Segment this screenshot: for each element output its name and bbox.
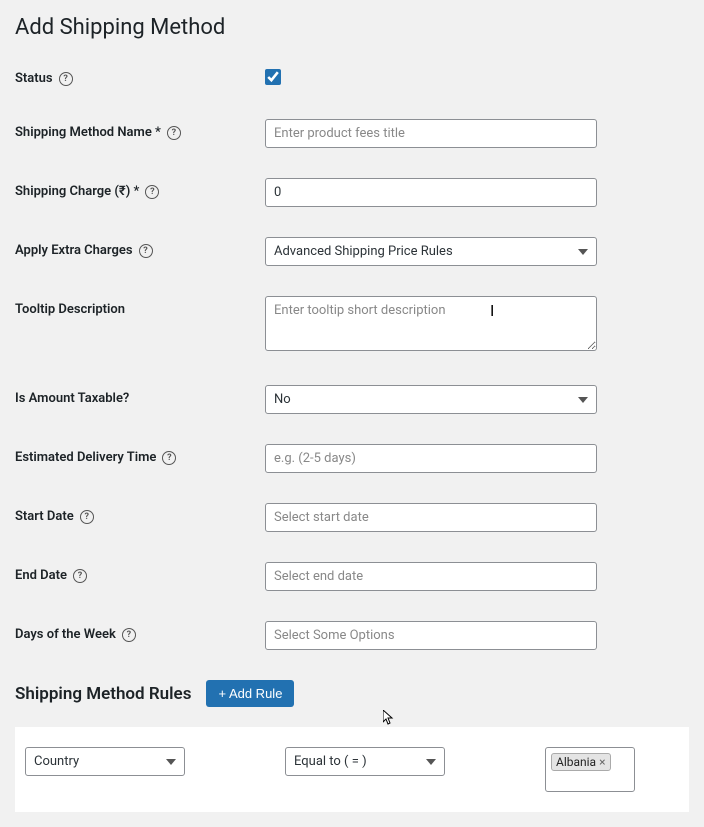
method-name-input[interactable] (265, 119, 597, 148)
taxable-label: Is Amount Taxable? (15, 391, 129, 406)
close-icon[interactable]: × (599, 756, 605, 768)
charge-input[interactable] (265, 178, 597, 207)
help-icon[interactable]: ? (73, 569, 87, 583)
end-date-input[interactable] (265, 562, 597, 591)
delivery-time-input[interactable] (265, 444, 597, 473)
help-icon[interactable]: ? (122, 628, 136, 642)
help-icon[interactable]: ? (59, 72, 73, 86)
days-of-week-label: Days of the Week (15, 627, 116, 642)
help-icon[interactable]: ? (80, 510, 94, 524)
tag-label: Albania (556, 755, 596, 769)
charge-label: Shipping Charge (₹) * (15, 184, 139, 199)
extra-charges-label: Apply Extra Charges (15, 243, 133, 258)
taxable-select[interactable]: No (265, 385, 597, 414)
end-date-label: End Date (15, 568, 67, 583)
rule-row: Country Equal to ( = ) Albania × (15, 727, 689, 812)
help-icon[interactable]: ? (162, 451, 176, 465)
start-date-label: Start Date (15, 509, 74, 524)
rule-operator-select[interactable]: Equal to ( = ) (285, 747, 445, 776)
start-date-input[interactable] (265, 503, 597, 532)
help-icon[interactable]: ? (167, 126, 181, 140)
status-label: Status (15, 71, 53, 86)
rules-title: Shipping Method Rules (15, 684, 191, 704)
help-icon[interactable]: ? (139, 244, 153, 258)
rule-value-box[interactable]: Albania × (545, 747, 635, 792)
help-icon[interactable]: ? (145, 185, 159, 199)
status-checkbox[interactable] (265, 69, 281, 85)
page-title: Add Shipping Method (15, 15, 689, 40)
rule-condition-select[interactable]: Country (25, 747, 185, 776)
add-rule-button[interactable]: + Add Rule (206, 680, 294, 707)
cursor-icon (383, 710, 395, 726)
extra-charges-select[interactable]: Advanced Shipping Price Rules (265, 237, 597, 266)
delivery-time-label: Estimated Delivery Time (15, 450, 156, 465)
method-name-label: Shipping Method Name * (15, 125, 161, 140)
tooltip-textarea[interactable] (265, 296, 597, 351)
country-tag: Albania × (551, 753, 611, 771)
days-of-week-input[interactable] (265, 621, 597, 650)
tooltip-label: Tooltip Description (15, 302, 125, 317)
